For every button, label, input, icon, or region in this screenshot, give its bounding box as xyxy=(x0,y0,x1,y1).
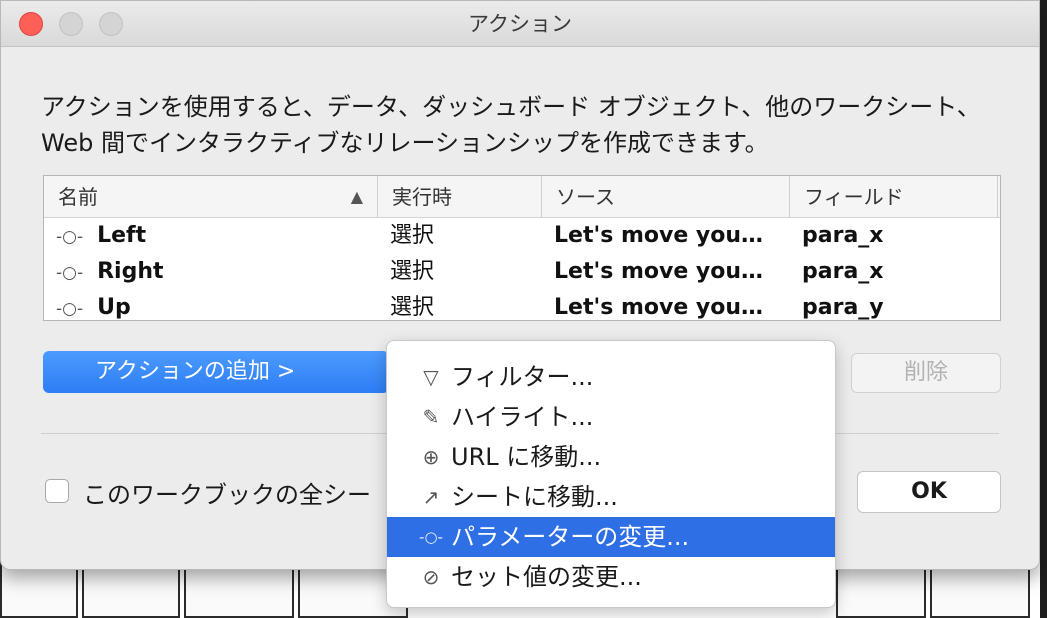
menu-item-label: シートに移動... xyxy=(451,483,618,511)
action-name-cell: -○- Up xyxy=(56,290,376,326)
column-header-label: 名前 xyxy=(58,185,98,209)
ok-button[interactable]: OK xyxy=(857,471,1001,513)
menu-item-label: セット値の変更... xyxy=(451,563,642,591)
source-cell: Let's move you… xyxy=(554,223,764,248)
table-row[interactable]: -○- Right 選択 Let's move you… para_x xyxy=(44,254,1000,290)
field-cell: para_x xyxy=(802,223,884,248)
add-action-menu: ▽ フィルター... ✎ ハイライト... ⊕ URL に移動... ↗ シート… xyxy=(386,340,836,608)
column-header-source[interactable]: ソース xyxy=(542,176,790,218)
highlight-icon: ✎ xyxy=(422,405,440,429)
add-action-button[interactable]: アクションの追加 > xyxy=(43,351,389,393)
trigger-cell: 選択 xyxy=(390,295,435,320)
set-icon: ⊘ xyxy=(422,565,440,589)
trigger-cell: 選択 xyxy=(390,259,435,284)
field-cell: para_y xyxy=(802,295,884,320)
filter-icon: ▽ xyxy=(423,365,439,389)
background-edge xyxy=(1040,0,1047,618)
parameter-icon: -○- xyxy=(419,528,443,546)
actions-table: 名前 ▲ 実行時 ソース フィールド -○- Left 選択 Let's move… xyxy=(43,175,1001,321)
globe-icon: ⊕ xyxy=(422,445,440,469)
field-cell: para_x xyxy=(802,259,884,284)
all-sheets-checkbox-label[interactable]: このワークブックの全シー xyxy=(83,475,371,510)
parameter-icon: -○- xyxy=(56,299,84,319)
action-name: Right xyxy=(97,259,164,284)
menu-item-go-to-sheet[interactable]: ↗ シートに移動... xyxy=(387,477,835,517)
menu-item-highlight[interactable]: ✎ ハイライト... xyxy=(387,397,835,437)
action-name: Up xyxy=(97,295,131,320)
window-title: アクション xyxy=(468,12,572,36)
all-sheets-checkbox[interactable] xyxy=(45,479,69,503)
menu-item-label: URL に移動... xyxy=(451,443,602,471)
source-cell: Let's move you… xyxy=(554,259,764,284)
column-header-name[interactable]: 名前 ▲ xyxy=(44,176,378,218)
menu-item-label: パラメーターの変更... xyxy=(451,523,690,551)
menu-item-change-parameter[interactable]: -○- パラメーターの変更... xyxy=(387,517,835,557)
table-header: 名前 ▲ 実行時 ソース フィールド xyxy=(44,176,1000,218)
table-row[interactable]: -○- Up 選択 Let's move you… para_y xyxy=(44,290,1000,326)
menu-item-label: フィルター... xyxy=(451,363,594,391)
sort-ascending-icon: ▲ xyxy=(350,187,363,206)
table-row[interactable]: -○- Left 選択 Let's move you… para_x xyxy=(44,218,1000,254)
parameter-icon: -○- xyxy=(56,263,84,283)
delete-button[interactable]: 削除 xyxy=(851,353,1001,393)
action-name-cell: -○- Right xyxy=(56,254,376,290)
title-bar: アクション xyxy=(1,1,1039,47)
column-header-field[interactable]: フィールド xyxy=(790,176,998,218)
external-link-icon: ↗ xyxy=(422,485,440,509)
source-cell: Let's move you… xyxy=(554,295,764,320)
menu-item-go-to-url[interactable]: ⊕ URL に移動... xyxy=(387,437,835,477)
action-name: Left xyxy=(97,223,147,248)
column-header-trigger[interactable]: 実行時 xyxy=(378,176,542,218)
menu-item-label: ハイライト... xyxy=(451,403,594,431)
trigger-cell: 選択 xyxy=(390,223,435,248)
parameter-icon: -○- xyxy=(56,227,84,247)
action-name-cell: -○- Left xyxy=(56,218,376,254)
menu-item-filter[interactable]: ▽ フィルター... xyxy=(387,357,835,397)
menu-item-change-set-values[interactable]: ⊘ セット値の変更... xyxy=(387,557,835,597)
description-text: アクションを使用すると、データ、ダッシュボード オブジェクト、他のワークシート、… xyxy=(41,93,981,157)
